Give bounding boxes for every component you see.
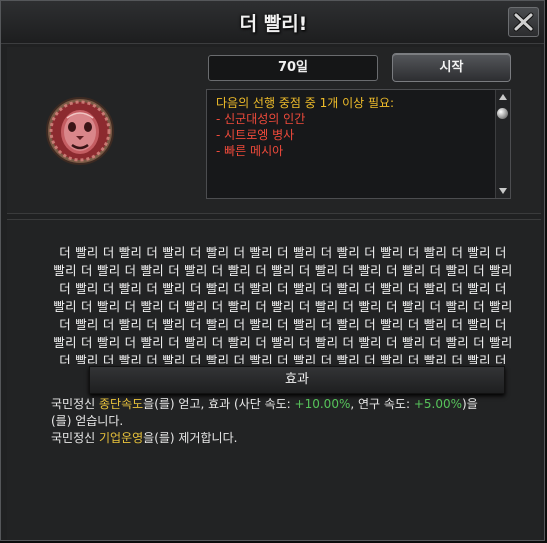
start-button[interactable]: 시작 (392, 53, 511, 82)
focus-header-panel: 70일 시작 다음의 선행 중점 중 1개 이상 필요: - 신군대성의 인간 … (7, 47, 541, 214)
focus-emblem-icon (46, 97, 114, 165)
prerequisite-list: 다음의 선행 중점 중 1개 이상 필요: - 신군대성의 인간 - 시트로엥 … (216, 95, 394, 159)
focus-window: 더 빨리! 70일 시작 다음의 선행 중점 중 1개 이상 필요: - 신군대… (0, 0, 545, 541)
close-button[interactable] (508, 7, 539, 37)
effect-text-part: 을(를) 제거합니다. (143, 431, 238, 445)
effect-text-part: 국민정신 (51, 431, 99, 445)
prerequisite-box: 다음의 선행 중점 중 1개 이상 필요: - 신군대성의 인간 - 시트로엥 … (206, 89, 511, 199)
scroll-down-icon[interactable] (499, 188, 507, 194)
effect-text-part: 을(를) 얻고, 효과 (사단 속도: (143, 397, 295, 411)
prerequisite-item: - 빠른 메시아 (216, 144, 284, 158)
effect-header: 효과 (89, 366, 505, 394)
focus-duration: 70일 (208, 55, 378, 81)
scroll-thumb[interactable] (497, 108, 508, 119)
prerequisite-item: - 신군대성의 인간 (216, 112, 306, 126)
effect-text: 국민정신 종단속도을(를) 얻고, 효과 (사단 속도: +10.00%, 연구… (51, 396, 491, 447)
effect-line-1: 국민정신 종단속도을(를) 얻고, 효과 (사단 속도: +10.00%, 연구… (51, 396, 491, 430)
effect-line-2: 국민정신 기업운영을(를) 제거합니다. (51, 430, 491, 447)
prerequisite-scrollbar[interactable] (495, 90, 510, 198)
focus-description: 더 빨리 더 빨리 더 빨리 더 빨리 더 빨리 더 빨리 더 빨리 더 빨리 … (53, 245, 513, 364)
prerequisite-heading: 다음의 선행 중점 중 1개 이상 필요: (216, 96, 395, 110)
research-speed-value: +5.00% (413, 397, 463, 411)
effect-text-part: 국민정신 (51, 397, 99, 411)
national-spirit-link[interactable]: 기업운영 (99, 431, 143, 445)
prerequisite-item: - 시트로엥 병사 (216, 128, 295, 142)
national-spirit-link[interactable]: 종단속도 (99, 397, 143, 411)
title-bar: 더 빨리! (1, 1, 544, 44)
window-title: 더 빨리! (239, 13, 308, 35)
effect-text-part: , 연구 속도: (350, 397, 414, 411)
close-icon (513, 12, 534, 32)
scroll-up-icon[interactable] (499, 94, 507, 100)
focus-details-panel: 더 빨리 더 빨리 더 빨리 더 빨리 더 빨리 더 빨리 더 빨리 더 빨리 … (7, 219, 541, 540)
division-speed-value: +10.00% (294, 397, 351, 411)
